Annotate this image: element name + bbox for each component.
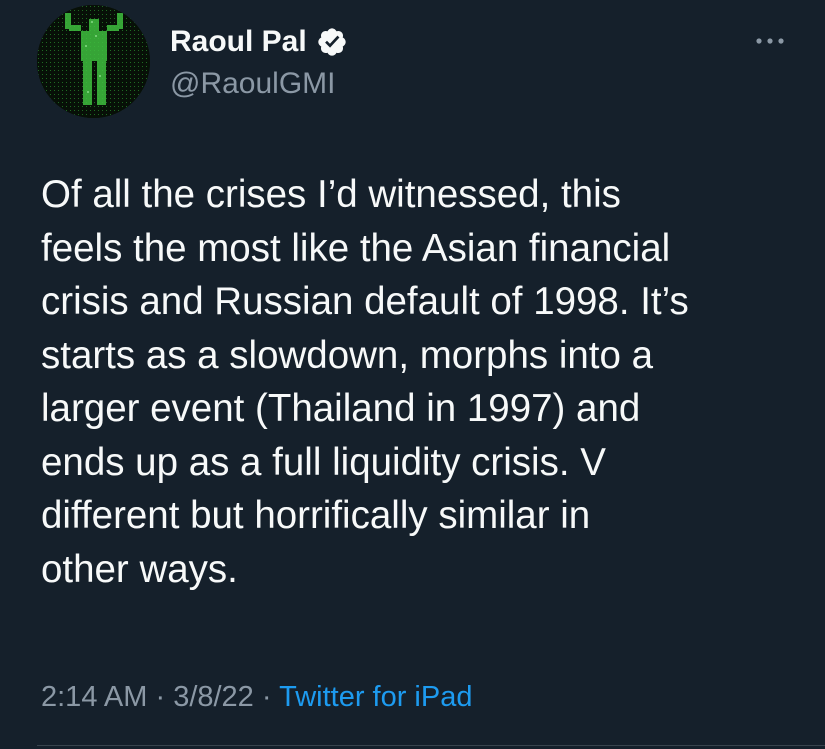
tweet-time[interactable]: 2:14 AM <box>41 681 147 713</box>
tweet-text-line: crisis and Russian default of 1998. It’s <box>41 280 689 323</box>
tweet-text: Of all the crises I’d witnessed, this fe… <box>41 168 801 596</box>
tweet-text-line: larger event (Thailand in 1997) and <box>41 387 641 430</box>
meta-separator: · <box>253 681 280 713</box>
verified-badge-icon <box>318 28 346 56</box>
more-horizontal-icon[interactable] <box>750 27 790 55</box>
tweet-text-line: starts as a slowdown, morphs into a <box>41 333 653 377</box>
tweet-container: Raoul Pal @RaoulGMI Of all the crises I’… <box>0 0 825 749</box>
tweet-text-line: feels the most like the Asian financial <box>41 226 671 270</box>
meta-separator: · <box>147 681 174 713</box>
author-handle[interactable]: @RaoulGMI <box>170 66 336 102</box>
tweet-meta: 2:14 AM · 3/8/22 · Twitter for iPad <box>41 677 472 717</box>
author-name[interactable]: Raoul Pal <box>170 24 307 60</box>
tweet-text-line: ends up as a full liquidity crisis. V <box>41 440 606 484</box>
tweet-source-link[interactable]: Twitter for iPad <box>279 681 472 713</box>
divider <box>37 745 825 746</box>
tweet-date[interactable]: 3/8/22 <box>173 681 254 713</box>
avatar-image <box>37 5 150 118</box>
tweet-text-line: Of all the crises I’d witnessed, this <box>41 173 621 216</box>
avatar[interactable] <box>37 5 150 118</box>
tweet-text-line: different but horrifically similar in <box>41 494 591 537</box>
tweet-text-line: other ways. <box>41 547 238 591</box>
